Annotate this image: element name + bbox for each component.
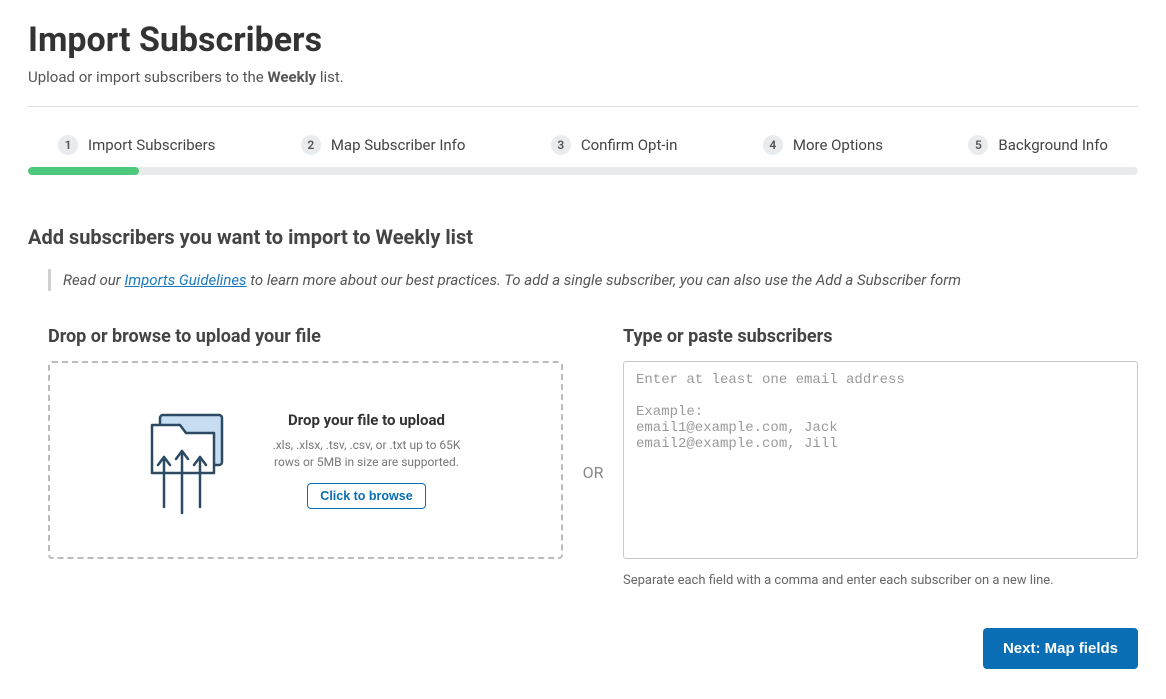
subtitle-post: list. (316, 68, 344, 86)
or-text: OR (583, 463, 604, 482)
info-box: Read our Imports Guidelines to learn mor… (48, 269, 1138, 291)
progress-fill (28, 167, 139, 175)
upload-panel-title: Drop or browse to upload your file (48, 326, 563, 347)
step-map-subscriber-info[interactable]: 2 Map Subscriber Info (301, 135, 466, 155)
paste-panel-title: Type or paste subscribers (623, 326, 1138, 347)
page-title: Import Subscribers (28, 20, 1138, 60)
upload-panel: Drop or browse to upload your file (48, 326, 563, 588)
step-more-options[interactable]: 4 More Options (763, 135, 883, 155)
section-title: Add subscribers you want to import to We… (28, 225, 1138, 249)
step-number: 5 (968, 135, 988, 155)
info-post: to learn more about our best practices. … (247, 271, 961, 289)
folder-upload-icon (140, 405, 232, 515)
step-label: Confirm Opt-in (581, 136, 678, 154)
subtitle-pre: Upload or import subscribers to the (28, 68, 267, 86)
step-number: 4 (763, 135, 783, 155)
step-confirm-opt-in[interactable]: 3 Confirm Opt-in (551, 135, 678, 155)
step-number: 2 (301, 135, 321, 155)
subtitle-list-name: Weekly (267, 68, 316, 86)
drop-heading: Drop your file to upload (262, 411, 472, 429)
stepper: 1 Import Subscribers 2 Map Subscriber In… (28, 135, 1138, 155)
textarea-hint: Separate each field with a comma and ent… (623, 573, 1138, 588)
next-button[interactable]: Next: Map fields (983, 628, 1138, 669)
step-import-subscribers[interactable]: 1 Import Subscribers (58, 135, 215, 155)
browse-button[interactable]: Click to browse (307, 483, 425, 509)
step-background-info[interactable]: 5 Background Info (968, 135, 1108, 155)
paste-panel: Type or paste subscribers Separate each … (623, 326, 1138, 588)
page-subtitle: Upload or import subscribers to the Week… (28, 68, 1138, 86)
divider (28, 106, 1138, 107)
step-label: Background Info (998, 136, 1108, 154)
or-separator: OR (563, 356, 623, 588)
progress-track (28, 167, 1138, 175)
file-dropzone[interactable]: Drop your file to upload .xls, .xlsx, .t… (48, 361, 563, 559)
step-label: Map Subscriber Info (331, 136, 466, 154)
imports-guidelines-link[interactable]: Imports Guidelines (124, 271, 246, 289)
info-pre: Read our (63, 271, 124, 289)
drop-subtext: .xls, .xlsx, .tsv, .csv, or .txt up to 6… (262, 437, 472, 471)
subscribers-textarea[interactable] (623, 361, 1138, 559)
step-number: 1 (58, 135, 78, 155)
step-label: More Options (793, 136, 883, 154)
step-number: 3 (551, 135, 571, 155)
step-label: Import Subscribers (88, 136, 215, 154)
